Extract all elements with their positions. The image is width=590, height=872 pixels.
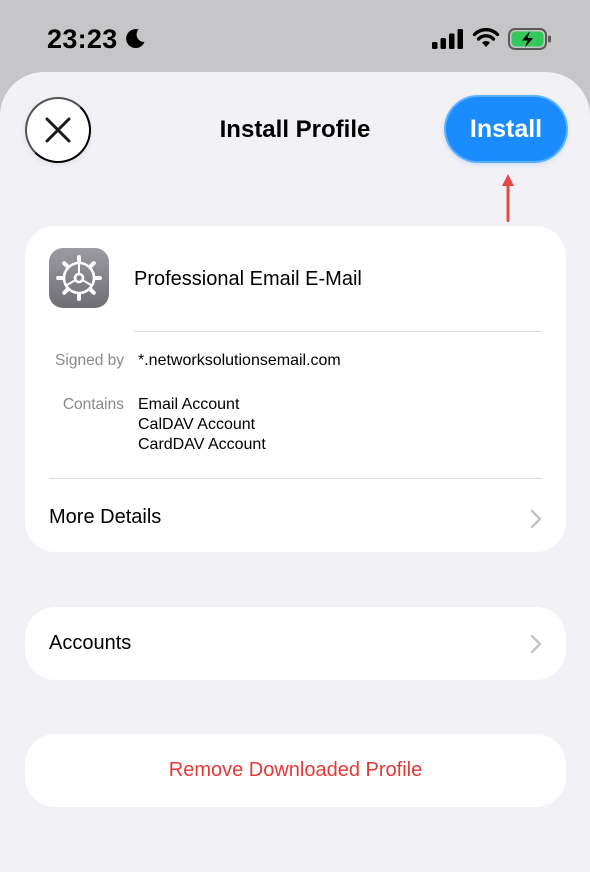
- signed-by-value: *.networksolutionsemail.com: [138, 352, 341, 369]
- cellular-signal-icon: [432, 29, 463, 49]
- install-button[interactable]: Install: [446, 97, 566, 161]
- chevron-right-icon: [530, 634, 542, 654]
- chevron-right-icon: [530, 509, 542, 529]
- contains-item-carddav: CardDAV Account: [138, 436, 266, 453]
- moon-icon: [126, 29, 145, 49]
- annotation-arrow-icon: [502, 174, 514, 222]
- battery-charging-icon: [508, 28, 551, 50]
- contains-list: Email Account CalDAV Account CardDAV Acc…: [138, 395, 266, 455]
- wifi-icon: [472, 27, 500, 47]
- contains-label: Contains: [62, 396, 124, 413]
- status-bar: 23:23: [0, 0, 590, 80]
- settings-gear-icon: [49, 248, 109, 308]
- accounts-row[interactable]: Accounts: [25, 607, 566, 680]
- status-time: 23:23: [47, 24, 118, 54]
- remove-profile-button[interactable]: Remove Downloaded Profile: [25, 734, 566, 807]
- remove-profile-label: Remove Downloaded Profile: [168, 759, 423, 781]
- profile-name: Professional Email E-Mail: [134, 268, 362, 290]
- divider: [134, 331, 542, 332]
- more-details-row[interactable]: More Details: [25, 479, 566, 552]
- contains-item-caldav: CalDAV Account: [138, 416, 256, 433]
- accounts-label: Accounts: [49, 632, 132, 654]
- contains-item-email: Email Account: [138, 396, 240, 413]
- signed-by-label: Signed by: [55, 352, 124, 369]
- profile-card: Professional Email E-Mail Signed by *.ne…: [25, 226, 566, 552]
- more-details-label: More Details: [49, 506, 162, 528]
